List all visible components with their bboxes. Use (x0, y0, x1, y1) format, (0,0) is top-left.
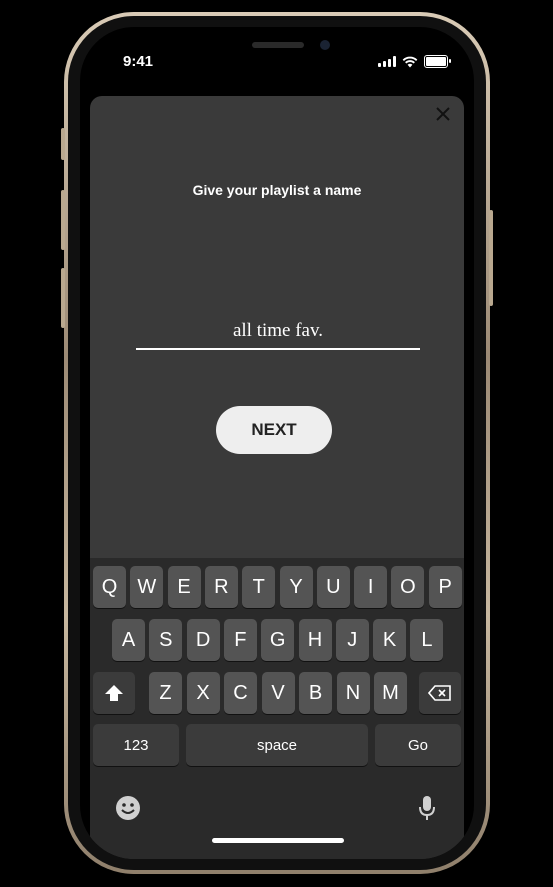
key-e[interactable]: E (167, 566, 201, 608)
playlist-name-input[interactable] (136, 314, 420, 350)
key-x[interactable]: X (186, 672, 220, 714)
emoji-icon[interactable] (114, 794, 142, 822)
key-m[interactable]: M (374, 672, 407, 714)
phone-screen: 9:41 Give your playlist a name NEXT QWER… (80, 27, 474, 859)
key-s[interactable]: S (149, 619, 183, 661)
side-button-left-1 (61, 128, 65, 160)
key-k[interactable]: K (373, 619, 407, 661)
front-camera (320, 40, 330, 50)
key-n[interactable]: N (336, 672, 370, 714)
key-o[interactable]: O (391, 566, 425, 608)
key-f[interactable]: F (223, 619, 257, 661)
next-button[interactable]: NEXT (216, 406, 332, 454)
shift-key[interactable] (93, 672, 135, 714)
key-i[interactable]: I (354, 566, 388, 608)
status-icons (378, 55, 451, 68)
status-time: 9:41 (123, 53, 154, 70)
key-r[interactable]: R (204, 566, 238, 608)
keyboard: QWERTYUIOP ASDFGHJKL ZXCVBNM 123 space G… (90, 558, 464, 859)
home-indicator[interactable] (212, 838, 344, 843)
cellular-signal-icon (378, 56, 396, 67)
key-c[interactable]: C (224, 672, 257, 714)
key-g[interactable]: G (261, 619, 295, 661)
space-key[interactable]: space (186, 724, 368, 766)
microphone-icon[interactable] (417, 794, 437, 822)
wifi-icon (402, 56, 418, 67)
backspace-icon (428, 685, 451, 701)
numbers-key[interactable]: 123 (93, 724, 179, 766)
key-h[interactable]: H (298, 619, 332, 661)
key-b[interactable]: B (299, 672, 332, 714)
key-t[interactable]: T (242, 566, 276, 608)
key-z[interactable]: Z (149, 672, 182, 714)
key-y[interactable]: Y (279, 566, 313, 608)
key-v[interactable]: V (261, 672, 295, 714)
key-l[interactable]: L (410, 619, 444, 661)
earpiece (252, 42, 304, 48)
prompt-heading: Give your playlist a name (192, 182, 362, 198)
side-button-left-2 (61, 190, 65, 250)
key-a[interactable]: A (112, 619, 145, 661)
key-d[interactable]: D (186, 619, 220, 661)
shift-icon (105, 685, 123, 701)
key-j[interactable]: J (335, 619, 369, 661)
close-icon[interactable] (432, 104, 454, 126)
key-w[interactable]: W (130, 566, 164, 608)
go-key[interactable]: Go (375, 724, 461, 766)
name-playlist-sheet: Give your playlist a name NEXT QWERTYUIO… (90, 96, 464, 859)
delete-key[interactable] (419, 672, 461, 714)
key-u[interactable]: U (316, 566, 350, 608)
battery-icon (424, 55, 451, 68)
key-p[interactable]: P (428, 566, 462, 608)
side-button-right (489, 210, 493, 306)
side-button-left-3 (61, 268, 65, 328)
key-q[interactable]: Q (93, 566, 126, 608)
